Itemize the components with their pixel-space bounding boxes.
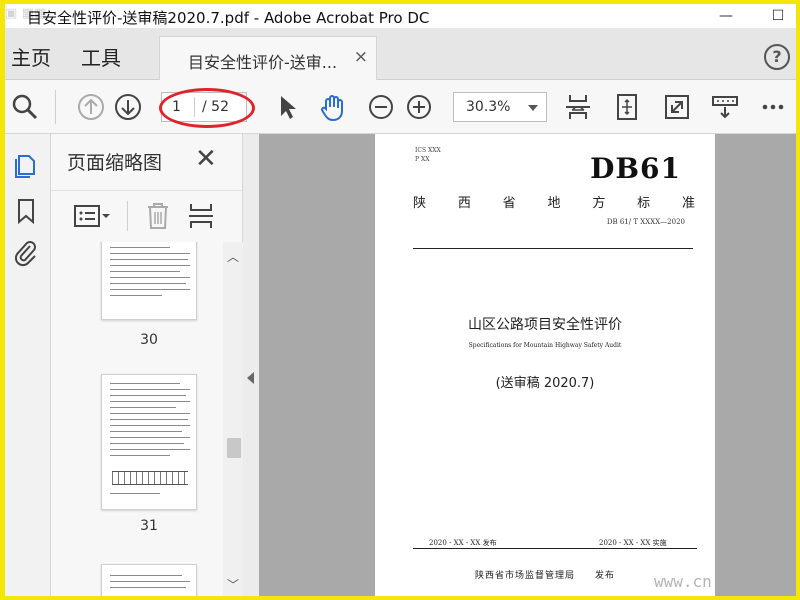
document-title-en: Specifications for Mountain Highway Safe…	[468, 342, 622, 349]
delete-page-icon[interactable]	[145, 201, 171, 231]
db-code: DB61	[590, 152, 681, 185]
more-tools-icon[interactable]	[757, 91, 789, 123]
keyboard-tool-icon[interactable]	[709, 91, 741, 123]
ics-code: ICS XXX P XX	[415, 147, 441, 163]
document-tab-label: 目安全性评价-送审...	[188, 53, 338, 72]
scroll-up-icon[interactable]: ︿	[227, 248, 239, 265]
menu-bar: 主页 工具 目安全性评价-送审... × ?	[5, 28, 796, 80]
standard-number: DB 61/ T XXXX—2020	[606, 218, 685, 226]
bookmark-icon[interactable]	[11, 196, 41, 226]
document-tab[interactable]: 目安全性评价-送审... ×	[159, 36, 377, 80]
thumbnail-tools	[51, 190, 243, 240]
title-bar: ▣ ▦▦ 目安全性评价-送审稿2020.7.pdf - Adobe Acroba…	[5, 4, 796, 28]
pdf-page: ICS XXX P XX DB61 陕 西 省 地 方 标 准 DB 61/ T…	[375, 134, 715, 596]
panel-title: 页面缩略图	[67, 152, 163, 174]
chevron-down-icon	[528, 105, 538, 111]
options-menu-icon[interactable]	[73, 203, 113, 229]
toolbar: 1 / 52 30.3%	[5, 80, 796, 134]
search-icon[interactable]	[9, 91, 41, 123]
menu-home[interactable]: 主页	[11, 42, 51, 71]
document-view[interactable]: ICS XXX P XX DB61 陕 西 省 地 方 标 准 DB 61/ T…	[259, 134, 796, 596]
hand-tool-icon[interactable]	[317, 91, 349, 123]
collapse-arrow-icon[interactable]	[247, 372, 254, 384]
insert-page-icon[interactable]	[187, 201, 215, 231]
scroll-down-icon[interactable]: ﹀	[227, 576, 239, 593]
fit-width-icon[interactable]	[562, 91, 594, 123]
document-title-cn: 山区公路项目安全性评价	[468, 317, 622, 333]
toolbar-separator	[55, 90, 56, 124]
province-standard-heading: 陕 西 省 地 方 标 准	[413, 196, 695, 211]
thumbnail-page-32[interactable]	[101, 564, 197, 596]
thumbnail-label: 30	[140, 332, 158, 348]
thumbnail-label: 31	[140, 518, 158, 534]
implementation-date: 2020 - XX - XX 实施	[599, 539, 667, 547]
close-panel-icon[interactable]: ✕	[195, 144, 217, 174]
tools-separator	[127, 201, 128, 231]
acrobat-window: ▣ ▦▦ 目安全性评价-送审稿2020.7.pdf - Adobe Acroba…	[5, 4, 796, 596]
zoom-in-icon[interactable]	[403, 91, 435, 123]
header-rule	[413, 248, 693, 249]
draft-label: (送审稿 2020.7)	[495, 376, 595, 391]
zoom-level-value: 30.3%	[466, 99, 511, 115]
issue-date: 2020 - XX - XX 发布	[429, 539, 497, 547]
previous-page-icon[interactable]	[75, 91, 107, 123]
zoom-level-dropdown[interactable]: 30.3%	[453, 92, 547, 122]
thumbnail-page-30[interactable]	[101, 242, 197, 320]
left-navigation-rail	[5, 134, 51, 596]
collapse-panel-strip[interactable]	[243, 134, 259, 596]
page-thumbnails-icon[interactable]	[11, 150, 41, 180]
select-cursor-icon[interactable]	[271, 91, 303, 123]
help-icon[interactable]: ?	[764, 44, 790, 70]
red-annotation-ellipse	[159, 88, 255, 128]
menu-tools[interactable]: 工具	[81, 42, 121, 71]
close-tab-icon[interactable]: ×	[354, 47, 368, 67]
maximize-button[interactable]: ☐	[763, 6, 793, 26]
fit-page-icon[interactable]	[611, 91, 643, 123]
thumbnail-scrollbar[interactable]: ︿ ﹀	[223, 242, 243, 596]
watermark-text: www.cn	[654, 572, 712, 591]
window-title: 目安全性评价-送审稿2020.7.pdf - Adobe Acrobat Pro…	[27, 9, 430, 27]
full-screen-icon[interactable]	[661, 91, 693, 123]
zoom-out-icon[interactable]	[365, 91, 397, 123]
thumbnail-table	[112, 471, 188, 485]
minimize-button[interactable]: —	[711, 6, 741, 26]
thumbnail-list: 30 31	[51, 242, 223, 596]
attachment-icon[interactable]	[11, 238, 41, 268]
thumbnails-panel: 页面缩略图 ✕ 30 31 ︿ ﹀	[51, 134, 243, 596]
footer-rule	[413, 548, 697, 549]
thumbnail-page-31[interactable]	[101, 374, 197, 510]
next-page-icon[interactable]	[112, 91, 144, 123]
scrollbar-thumb[interactable]	[227, 438, 241, 458]
